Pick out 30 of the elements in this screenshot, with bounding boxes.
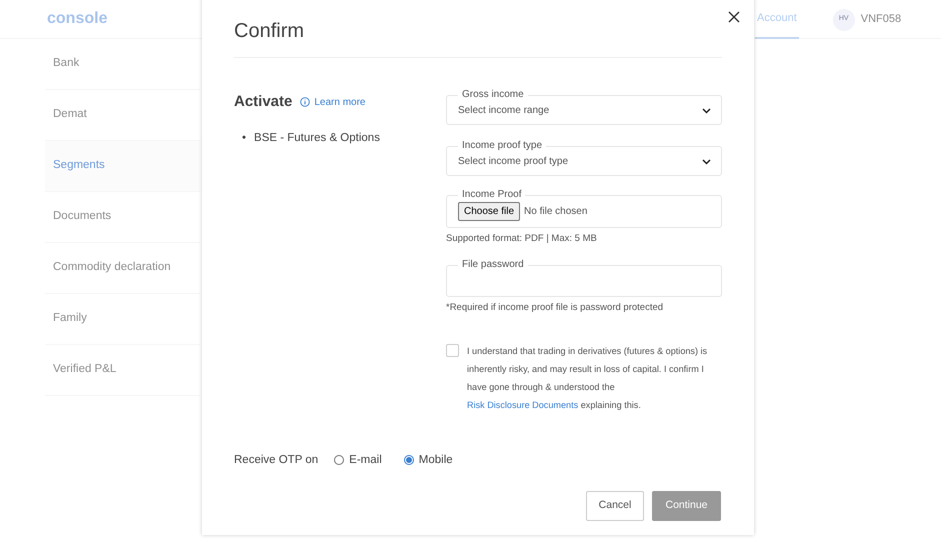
cancel-button[interactable]: Cancel xyxy=(586,490,644,521)
sidebar-item[interactable]: Segments xyxy=(45,141,200,192)
form-field[interactable]: Income proof type Select income proof type xyxy=(446,141,722,176)
sidebar-item[interactable]: Bank xyxy=(45,39,200,90)
form-field[interactable]: Gross income Select income range xyxy=(446,90,722,125)
dialog-title: Confirm xyxy=(234,0,722,58)
chevron-down-icon xyxy=(702,158,711,164)
learn-more-link[interactable]: Learn more xyxy=(300,94,366,110)
section-heading: Activate xyxy=(234,92,292,112)
form-field[interactable]: Income Proof Choose file No file chosen xyxy=(446,190,722,228)
helper-text: *Required if income proof file is password protected xyxy=(446,301,664,316)
helper-text: Supported format: PDF | Max: 5 MB xyxy=(446,232,598,246)
segment-item: BSE - Futures & Options xyxy=(254,130,380,146)
choose-file-button[interactable]: Choose file xyxy=(458,202,520,221)
app-logo[interactable]: console xyxy=(47,7,108,31)
consent-text: I understand that trading in derivatives (futures & options) is inherently risky, and may result in loss of capital. I confirm I have gone through & understood the Risk Disclosure Documents explaining this. xyxy=(467,344,708,412)
otp-label: Receive OTP on xyxy=(234,452,318,468)
form-field[interactable]: File password xyxy=(446,260,722,298)
info-icon xyxy=(300,97,310,108)
radio-option[interactable]: Mobile xyxy=(404,452,453,469)
risk-disclosure-link[interactable]: Risk Disclosure Documents xyxy=(467,400,578,410)
sidebar-item[interactable]: Commodity declaration xyxy=(45,243,200,294)
consent-checkbox[interactable] xyxy=(446,344,459,356)
radio-option[interactable]: E-mail xyxy=(334,452,382,469)
chevron-down-icon xyxy=(702,108,711,114)
sidebar-item[interactable]: Documents xyxy=(45,192,200,243)
sidebar-item[interactable]: Verified P&L xyxy=(45,345,200,396)
sidebar-item[interactable]: Family xyxy=(45,294,200,345)
user-id[interactable]: VNF058 xyxy=(860,11,902,28)
bullet-mark: • xyxy=(242,130,246,146)
